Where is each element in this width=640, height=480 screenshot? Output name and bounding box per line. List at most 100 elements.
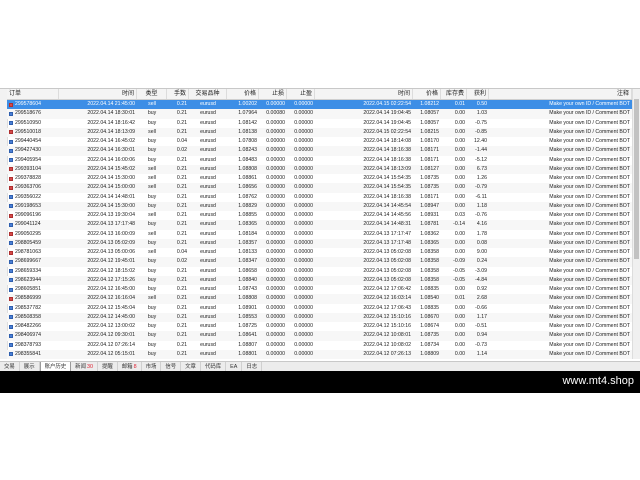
ticket-number: 298406974 <box>15 332 41 339</box>
cell-volume: 0.21 <box>176 165 187 172</box>
cell-open-time: 2022.04.13 19:30:04 <box>87 212 135 218</box>
buy-order-icon <box>9 158 13 163</box>
table-row[interactable]: 299578604 2022.04.14 21:45:00 sell 0.21 euru… <box>7 100 632 110</box>
tab-label: 日志 <box>246 364 258 370</box>
table-row[interactable]: 299518676 2022.04.14 18:30:01 buy 0.21 eurus… <box>7 109 632 119</box>
cell-type: buy <box>147 202 157 209</box>
cell-comment: Make your own ID / Comment BOT <box>549 156 630 163</box>
column-header-open-price[interactable]: 价格 <box>227 89 259 99</box>
table-row[interactable]: 298355841 2022.04.12 05:15:01 buy 0.21 eurus… <box>7 349 632 359</box>
column-header-symbol[interactable]: 交易品种 <box>189 89 227 99</box>
cell-open-price: 1.08808 <box>238 295 257 302</box>
table-row[interactable]: 299427430 2022.04.14 16:30:01 buy 0.02 eurus… <box>7 146 632 156</box>
column-header-take-profit[interactable]: 止盈 <box>287 89 315 99</box>
cell-stop-loss: 0.00000 <box>266 193 285 200</box>
cell-take-profit: 0.00000 <box>294 110 313 117</box>
cell-open-time: 2022.04.12 17:15:26 <box>87 276 135 283</box>
cell-swap: 0.00 <box>454 184 465 191</box>
sell-order-icon <box>9 250 13 255</box>
cell-ticket: 299363706 <box>7 183 59 192</box>
cell-type: buy <box>147 221 157 228</box>
buy-order-icon <box>9 306 13 311</box>
cell-ticket: 299096196 <box>7 211 59 220</box>
table-row[interactable]: 299510950 2022.04.14 18:16:42 buy 0.21 eurus… <box>7 119 632 128</box>
cell-stop-loss: 0.00000 <box>266 295 285 302</box>
cell-ticket: 299510018 <box>7 128 59 137</box>
cell-ticket: 298508358 <box>7 313 59 322</box>
cell-stop-loss: 0.00000 <box>266 212 285 218</box>
table-row[interactable]: 299393104 2022.04.14 15:45:02 sell 0.21 euru… <box>7 164 632 174</box>
column-header-open-time[interactable]: 时间 <box>59 89 137 99</box>
cell-open-time: 2022.04.12 09:30:01 <box>87 332 135 339</box>
cell-ticket: 299356022 <box>7 193 59 202</box>
cell-take-profit: 0.00000 <box>294 193 313 200</box>
cell-profit: 1.14 <box>476 350 487 357</box>
cell-comment: Make your own ID / Comment BOT <box>549 193 630 200</box>
cell-volume: 0.21 <box>176 267 187 274</box>
table-row[interactable]: 298805459 2022.04.13 05:02:09 buy 0.21 eurus… <box>7 238 632 248</box>
cell-open-time: 2022.04.14 16:45:02 <box>87 138 135 144</box>
vertical-scrollbar[interactable] <box>632 89 640 359</box>
cell-open-price: 1.08142 <box>238 119 257 126</box>
cell-open-price: 1.08656 <box>238 184 257 191</box>
column-header-swap[interactable]: 库存费 <box>441 89 467 99</box>
table-row[interactable]: 298378793 2022.04.12 07:26:14 buy 0.21 eurus… <box>7 341 632 350</box>
cell-volume: 0.21 <box>176 350 187 357</box>
cell-profit: -6.11 <box>475 193 487 200</box>
table-row[interactable]: 298508358 2022.04.12 14:45:00 buy 0.21 eurus… <box>7 312 632 322</box>
table-row[interactable]: 299378828 2022.04.14 15:30:00 sell 0.21 euru… <box>7 174 632 183</box>
table-row[interactable]: 299096196 2022.04.13 19:30:04 sell 0.21 euru… <box>7 211 632 220</box>
cell-stop-loss: 0.00000 <box>266 156 285 163</box>
cell-open-price: 1.08365 <box>238 221 257 228</box>
cell-comment: Make your own ID / Comment BOT <box>549 147 630 154</box>
column-header-profit[interactable]: 获利 <box>467 89 489 99</box>
ticket-number: 299356022 <box>15 193 41 200</box>
cell-open-price: 1.08901 <box>238 304 257 311</box>
cell-swap: -0.05 <box>453 276 465 283</box>
cell-open-time: 2022.04.14 16:30:01 <box>87 147 135 154</box>
table-row[interactable]: 299050295 2022.04.13 16:00:09 sell 0.21 euru… <box>7 230 632 239</box>
ticket-number: 298699667 <box>15 258 41 265</box>
column-header-ticket[interactable]: 订单 <box>7 89 59 99</box>
cell-ticket: 299041124 <box>7 220 59 229</box>
table-row[interactable]: 298623944 2022.04.12 17:15:26 buy 0.21 eurus… <box>7 275 632 285</box>
table-row[interactable]: 299041124 2022.04.13 17:17:48 buy 0.21 eurus… <box>7 220 632 230</box>
table-row[interactable]: 299510018 2022.04.14 18:13:09 sell 0.21 euru… <box>7 127 632 137</box>
cell-stop-loss: 0.00000 <box>266 249 285 255</box>
column-header-close-time[interactable]: 时间 <box>315 89 413 99</box>
table-row[interactable]: 298537782 2022.04.12 15:45:04 buy 0.21 eurus… <box>7 304 632 313</box>
column-header-stop-loss[interactable]: 止损 <box>259 89 287 99</box>
table-row[interactable]: 299363706 2022.04.14 15:00:00 sell 0.21 euru… <box>7 183 632 193</box>
column-header-type[interactable]: 类型 <box>137 89 167 99</box>
table-row[interactable]: 298482266 2022.04.12 13:00:02 buy 0.21 eurus… <box>7 322 632 331</box>
tab-label: 提醒 <box>101 364 113 370</box>
table-row[interactable]: 299198653 2022.04.14 15:30:00 buy 0.21 eurus… <box>7 201 632 211</box>
cell-type: buy <box>147 332 157 339</box>
table-row[interactable]: 298586999 2022.04.12 16:16:04 sell 0.21 euru… <box>7 294 632 304</box>
table-row[interactable]: 298406974 2022.04.12 09:30:01 buy 0.21 eurus… <box>7 331 632 341</box>
cell-open-time: 2022.04.13 16:00:09 <box>87 230 135 237</box>
cell-open-time: 2022.04.12 18:15:02 <box>87 267 135 274</box>
table-row[interactable]: 298659334 2022.04.12 18:15:02 buy 0.21 eurus… <box>7 267 632 276</box>
cell-open-time: 2022.04.14 15:00:00 <box>87 184 135 191</box>
cell-take-profit: 0.00000 <box>294 101 313 107</box>
table-row[interactable]: 299440454 2022.04.14 16:45:02 buy 0.04 eurus… <box>7 137 632 146</box>
buy-order-icon <box>9 343 13 348</box>
table-row[interactable]: 298605851 2022.04.12 16:45:00 buy 0.21 eurus… <box>7 285 632 294</box>
column-header-close-price[interactable]: 价格 <box>413 89 441 99</box>
table-row[interactable]: 298781063 2022.04.13 05:00:06 sell 0.04 euru… <box>7 248 632 257</box>
column-header-volume[interactable]: 手数 <box>167 89 189 99</box>
cell-volume: 0.21 <box>176 202 187 209</box>
table-row[interactable]: 299405954 2022.04.14 16:00:06 buy 0.21 eurus… <box>7 156 632 165</box>
cell-comment: Make your own ID / Comment BOT <box>549 258 630 265</box>
table-row[interactable]: 298699667 2022.04.12 19:45:01 buy 0.02 eurus… <box>7 257 632 267</box>
cell-symbol: eurusd <box>200 276 216 283</box>
cell-close-price: 1.08670 <box>420 313 439 320</box>
buy-order-icon <box>9 195 13 200</box>
cell-symbol: eurusd <box>200 267 216 274</box>
scrollbar-thumb[interactable] <box>634 99 639 259</box>
column-header-comment[interactable]: 注释 <box>489 89 632 99</box>
table-row[interactable]: 299356022 2022.04.14 14:48:01 buy 0.21 eurus… <box>7 193 632 202</box>
cell-open-time: 2022.04.14 15:30:00 <box>87 175 135 181</box>
cell-comment: Make your own ID / Comment BOT <box>549 313 630 320</box>
